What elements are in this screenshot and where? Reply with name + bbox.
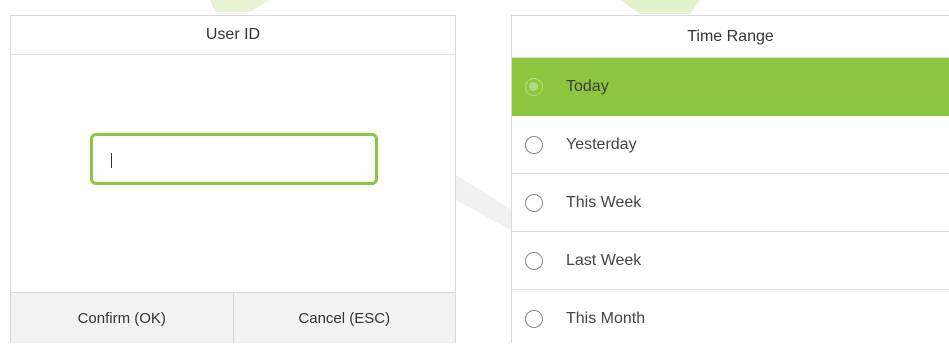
confirm-button[interactable]: Confirm (OK)	[11, 293, 233, 343]
time-range-option-label: Yesterday	[566, 135, 637, 153]
time-range-option-label: This Week	[566, 193, 642, 211]
radio-unselected-icon[interactable]	[525, 251, 543, 270]
time-range-option-yesterday[interactable]: Yesterday	[512, 116, 949, 174]
time-range-option-this-month[interactable]: This Month	[512, 290, 949, 348]
user-id-dialog-title: User ID	[11, 16, 455, 55]
user-id-dialog: User ID Confirm (OK) Cancel (ESC)	[10, 15, 456, 343]
user-id-input[interactable]	[90, 133, 378, 185]
user-id-dialog-body	[11, 55, 455, 293]
time-range-option-label: Today	[566, 77, 609, 95]
radio-unselected-icon[interactable]	[525, 310, 543, 328]
time-range-panel: Time Range Today Yesterday This Week Las…	[511, 15, 949, 343]
cancel-button[interactable]: Cancel (ESC)	[232, 293, 456, 343]
radio-selected-icon[interactable]	[525, 77, 543, 96]
time-range-option-last-week[interactable]: Last Week	[512, 232, 949, 290]
time-range-option-label: This Month	[566, 310, 646, 327]
radio-unselected-icon[interactable]	[525, 135, 543, 154]
time-range-title: Time Range	[512, 16, 949, 58]
user-id-dialog-footer: Confirm (OK) Cancel (ESC)	[11, 292, 455, 343]
time-range-option-this-week[interactable]: This Week	[512, 174, 949, 232]
text-cursor	[111, 153, 112, 168]
time-range-option-today[interactable]: Today	[512, 58, 949, 116]
time-range-option-label: Last Week	[566, 251, 642, 269]
radio-unselected-icon[interactable]	[525, 193, 543, 212]
